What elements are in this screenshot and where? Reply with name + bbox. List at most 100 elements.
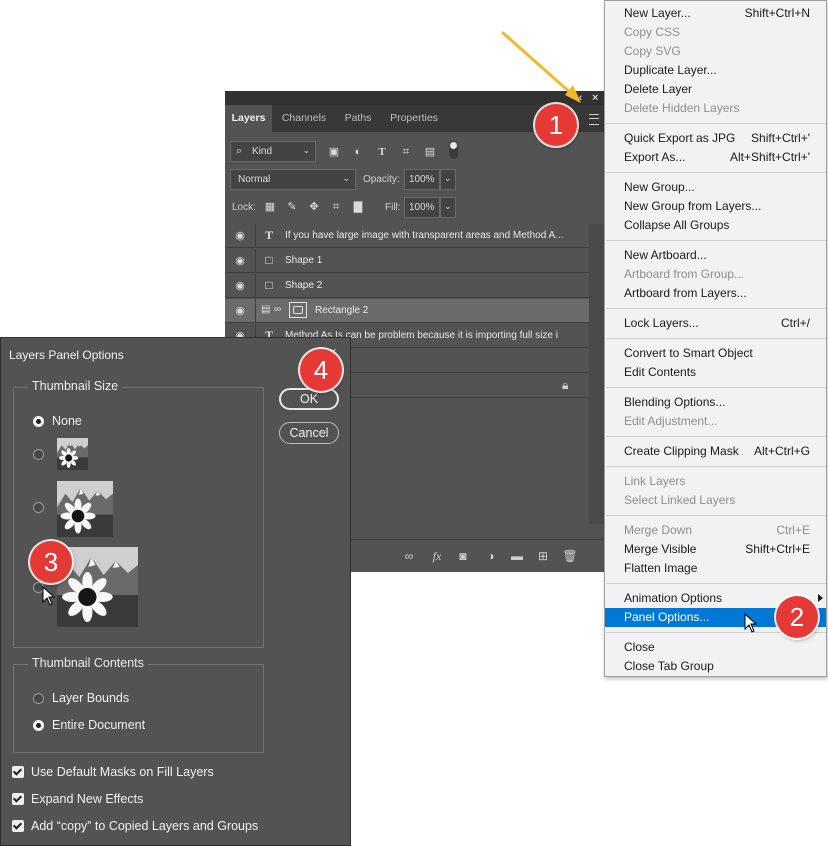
step-badge-1: 1 xyxy=(535,104,577,146)
filter-kind-select[interactable]: ⌕ Kind ⌄ xyxy=(230,141,316,162)
menu-separator xyxy=(606,515,826,516)
layer-row-selected[interactable]: ◉ ▤ ∞ Rectangle 2 xyxy=(225,299,589,323)
panel-flyout-menu: New Layer... Shift+Ctrl+N Copy CSS Copy SVG… xyxy=(604,0,827,677)
tab-layers[interactable]: Layers xyxy=(225,105,272,132)
thumbnail-size-group xyxy=(13,387,264,648)
menu-item-convert-to-smart-object[interactable]: Convert to Smart Object xyxy=(605,344,826,363)
layer-row[interactable]: ◉ □ Shape 1 xyxy=(225,249,589,273)
menu-item-close-tab-group[interactable]: Close Tab Group xyxy=(605,657,826,676)
chevron-down-icon: ⌄ xyxy=(444,173,452,183)
menu-item-label: Edit Contents xyxy=(624,365,697,379)
adjustment-layer-filter-icon[interactable]: ◐ xyxy=(351,145,365,159)
layer-row[interactable]: ◉ □ Shape 2 xyxy=(225,274,589,298)
shape-layer-icon: □ xyxy=(265,253,273,267)
menu-item-label: Animation Options xyxy=(624,591,723,605)
ok-button[interactable]: OK xyxy=(279,388,339,410)
menu-item-edit-contents[interactable]: Edit Contents xyxy=(605,363,826,382)
menu-item-label: Close Tab Group xyxy=(624,659,714,673)
menu-item-copy-css: Copy CSS xyxy=(605,23,826,42)
panel-menu-icon[interactable] xyxy=(589,114,599,125)
menu-item-label: Merge Visible xyxy=(624,542,697,556)
menu-item-label: New Artboard... xyxy=(624,248,707,262)
opacity-dropdown[interactable]: ⌄ xyxy=(440,169,456,190)
menu-item-label: Quick Export as JPG xyxy=(624,131,736,145)
menu-item-label: New Layer... xyxy=(624,6,691,20)
menu-item-link-layers: Link Layers xyxy=(605,472,826,491)
cancel-button[interactable]: Cancel xyxy=(279,422,339,444)
add-mask-icon[interactable]: ◙ xyxy=(455,549,471,563)
tab-paths[interactable]: Paths xyxy=(335,105,381,132)
pixel-layer-filter-icon[interactable]: ▣ xyxy=(327,145,341,159)
new-group-icon[interactable]: ▬ xyxy=(509,549,525,563)
eye-icon[interactable]: ◉ xyxy=(233,304,247,318)
fill-value: 100% xyxy=(409,202,435,213)
menu-item-blending-options[interactable]: Blending Options... xyxy=(605,393,826,412)
menu-item-artboard-from-group: Artboard from Group... xyxy=(605,265,826,284)
menu-item-merge-visible[interactable]: Merge Visible Shift+Ctrl+E xyxy=(605,540,826,559)
type-layer-filter-icon[interactable]: T xyxy=(375,145,389,159)
link-layers-icon[interactable]: ∞ xyxy=(401,549,417,563)
link-icon[interactable]: ∞ xyxy=(274,304,281,315)
blend-mode-select[interactable]: Normal ⌄ xyxy=(230,169,356,190)
lock-artboard-icon[interactable]: ⌗ xyxy=(329,200,343,214)
opacity-input[interactable]: 100% xyxy=(404,169,440,190)
fx-icon[interactable]: fx xyxy=(429,549,445,563)
add-copy-checkbox[interactable] xyxy=(12,820,24,832)
menu-item-export-as[interactable]: Export As... Alt+Shift+Ctrl+' xyxy=(605,148,826,167)
lock-all-icon[interactable]: ▇ xyxy=(351,200,365,214)
menu-item-lock-layers[interactable]: Lock Layers... Ctrl+/ xyxy=(605,314,826,333)
menu-item-flatten-image[interactable]: Flatten Image xyxy=(605,559,826,578)
menu-item-new-group-from-layers[interactable]: New Group from Layers... xyxy=(605,197,826,216)
layer-row[interactable]: ◉ T If you have large image with transpa… xyxy=(225,224,589,248)
menu-item-quick-export-as-jpg[interactable]: Quick Export as JPG Shift+Ctrl+' xyxy=(605,129,826,148)
lock-image-pixels-icon[interactable]: ✎ xyxy=(285,200,299,214)
menu-item-new-group[interactable]: New Group... xyxy=(605,178,826,197)
lock-transparent-pixels-icon[interactable]: ▦ xyxy=(263,200,277,214)
adjustment-layer-icon[interactable]: ◑ xyxy=(483,549,499,563)
fill-input[interactable]: 100% xyxy=(404,197,440,218)
menu-separator xyxy=(606,308,826,309)
smart-object-filter-icon[interactable]: ▤ xyxy=(423,145,437,159)
lock-position-icon[interactable]: ✥ xyxy=(307,200,321,214)
shape-layer-filter-icon[interactable]: ⌗ xyxy=(399,145,413,159)
menu-item-create-clipping-mask[interactable]: Create Clipping Mask Alt+Ctrl+G xyxy=(605,442,826,461)
menu-item-new-layer[interactable]: New Layer... Shift+Ctrl+N xyxy=(605,4,826,23)
layer-bounds-radio[interactable] xyxy=(33,693,44,704)
menu-item-label: Artboard from Group... xyxy=(624,267,745,281)
eye-icon[interactable]: ◉ xyxy=(233,279,247,293)
menu-item-label: New Group from Layers... xyxy=(624,199,762,213)
menu-item-delete-hidden-layers: Delete Hidden Layers xyxy=(605,99,826,118)
menu-item-duplicate-layer[interactable]: Duplicate Layer... xyxy=(605,61,826,80)
fill-label: Fill: xyxy=(385,202,401,213)
menu-item-close[interactable]: Close xyxy=(605,638,826,657)
menu-item-shortcut: Ctrl+/ xyxy=(780,316,810,330)
thumbnail-medium-radio[interactable] xyxy=(33,502,44,513)
entire-document-label: Entire Document xyxy=(52,718,146,732)
thumbnail-none-radio[interactable] xyxy=(33,416,44,427)
menu-item-label: Collapse All Groups xyxy=(624,218,730,232)
menu-item-delete-layer[interactable]: Delete Layer xyxy=(605,80,826,99)
menu-item-label: Convert to Smart Object xyxy=(624,346,753,360)
menu-item-collapse-all-groups[interactable]: Collapse All Groups xyxy=(605,216,826,235)
menu-item-new-artboard[interactable]: New Artboard... xyxy=(605,246,826,265)
expand-new-effects-checkbox[interactable] xyxy=(12,793,24,805)
fill-dropdown[interactable]: ⌄ xyxy=(440,197,456,218)
thumbnail-contents-legend: Thumbnail Contents xyxy=(28,656,148,670)
close-panel-icon[interactable]: × xyxy=(592,91,598,105)
trash-icon[interactable]: 🗑︎ xyxy=(562,549,578,563)
tab-properties[interactable]: Properties xyxy=(383,105,445,132)
layers-scrollbar[interactable] xyxy=(589,224,605,524)
new-layer-icon[interactable]: ⊞ xyxy=(535,549,551,563)
menu-item-label: Panel Options... xyxy=(624,610,710,624)
eye-icon[interactable]: ◉ xyxy=(233,229,247,243)
menu-item-artboard-from-layers[interactable]: Artboard from Layers... xyxy=(605,284,826,303)
tab-channels[interactable]: Channels xyxy=(275,105,333,132)
use-default-masks-checkbox[interactable] xyxy=(12,766,24,778)
thumbnail-small-radio[interactable] xyxy=(33,449,44,460)
menu-item-label: Copy SVG xyxy=(624,44,681,58)
entire-document-radio[interactable] xyxy=(33,720,44,731)
eye-icon[interactable]: ◉ xyxy=(233,254,247,268)
thumbnail-small-preview xyxy=(57,438,88,470)
filter-toggle[interactable] xyxy=(449,141,458,159)
menu-item-label: Duplicate Layer... xyxy=(624,63,717,77)
